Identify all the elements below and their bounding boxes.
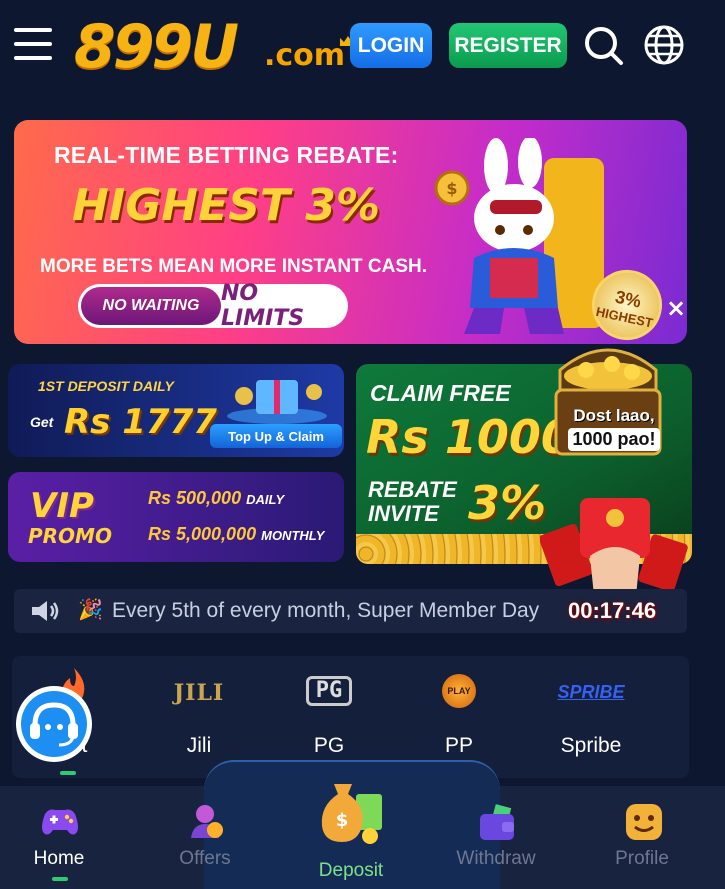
provider-label: Jili [186,734,212,757]
nav-profile-label: Profile [615,848,669,869]
vip-promo-tile[interactable]: VIP PROMO Rs 500,000 DAILY Rs 5,000,000 … [8,472,344,562]
claim-rebate: REBATE [368,477,457,502]
referral-line1: Dost laao, [573,406,655,425]
nav-withdraw-label: Withdraw [456,848,536,869]
referral-line2: 1000 pao! [568,428,660,451]
vip-monthly-label: MONTHLY [261,528,325,543]
claim-percent: 3% [468,476,547,530]
home-active-indicator [52,877,68,881]
nav-home[interactable]: Home [4,800,114,880]
vip-monthly-amount: Rs 5,000,000 [148,524,257,544]
nav-home-label: Home [33,848,85,869]
pill-no-limits: NO LIMITS [221,281,305,331]
close-icon[interactable]: × [664,296,688,321]
pg-logo: PG [306,676,352,706]
first-deposit-heading: 1ST DEPOSIT DAILY [38,378,174,394]
claim-rebate-invite: REBATE INVITE [368,478,457,526]
banner-highlight: HIGHEST 3% [72,180,380,231]
first-deposit-tile[interactable]: 1ST DEPOSIT DAILY Get Rs 1777 Top Up & C… [8,364,344,457]
provider-label: PG [313,734,345,757]
profile-face-icon [626,804,662,840]
nav-profile[interactable]: Profile [587,800,697,880]
pp-logo: PLAY [442,674,476,708]
countdown-timer: 00:17:46 [568,598,657,623]
provider-active-indicator [60,771,76,775]
speaker-icon [32,601,59,621]
money-bag-icon: $ [321,784,382,844]
offers-user-icon [191,805,223,838]
register-button[interactable]: REGISTER [449,23,567,68]
wallet-icon [480,804,514,840]
jili-logo: JILI [173,680,225,706]
vip-monthly-row: Rs 5,000,000 MONTHLY [148,524,324,545]
nav-deposit-label: Deposit [318,860,384,881]
vip-daily-row: Rs 500,000 DAILY [148,488,284,509]
svg-text:$: $ [336,810,349,831]
banner-pill: NO WAITING NO LIMITS [78,281,348,331]
customer-support-button[interactable] [16,686,92,762]
gift-box-icon [227,380,327,424]
nav-withdraw[interactable]: Withdraw [441,800,551,880]
claim-amount: Rs 1000 [366,410,573,464]
nav-offers[interactable]: Offers [150,800,260,880]
referral-popup-text[interactable]: Dost laao, 1000 pao! [556,406,672,456]
globe-language-icon[interactable] [643,24,685,66]
claim-heading: CLAIM FREE [370,380,511,406]
pill-no-waiting: NO WAITING [81,287,221,325]
search-icon[interactable] [582,24,624,66]
nav-offers-label: Offers [179,848,231,869]
login-button[interactable]: LOGIN [350,23,432,68]
hamburger-menu-icon[interactable] [14,28,52,62]
provider-label: Spribe [560,734,622,757]
header: 899U .com LOGIN REGISTER [0,0,725,92]
logo-suffix: .com [264,38,346,73]
vip-daily-amount: Rs 500,000 [148,488,242,508]
nav-deposit[interactable]: $ Deposit [296,770,406,881]
claim-invite: INVITE [368,501,439,526]
provider-spribe[interactable]: SPRIBE Spribe [536,656,646,778]
party-popper-icon: 🎉 [78,599,103,621]
banner-subtext: MORE BETS MEAN MORE INSTANT CASH. [40,256,428,277]
app-screen: 899U .com LOGIN REGISTER REAL-TIME BETTI… [0,0,725,889]
spribe-logo: SPRIBE [557,682,625,702]
top-up-claim-button[interactable]: Top Up & Claim [210,424,342,448]
site-logo[interactable]: 899U .com [74,10,356,82]
vip-subtitle: PROMO [28,524,112,548]
provider-label: PP [444,734,473,757]
rebate-banner[interactable]: REAL-TIME BETTING REBATE: HIGHEST 3% MOR… [14,120,687,344]
first-deposit-amount: Rs 1777 [64,402,217,442]
vip-title: VIP [30,486,94,526]
first-deposit-get: Get [30,414,54,430]
gamepad-icon [42,809,78,835]
headset-icon [21,691,87,757]
vip-daily-label: DAILY [246,492,285,507]
svg-text:$: $ [446,179,457,198]
banner-headline: REAL-TIME BETTING REBATE: [54,142,399,168]
rabbit-mascot-icon: $ [434,138,604,334]
logo-text: 899U [74,12,239,82]
announcement-text: Every 5th of every month, Super Member D… [112,599,540,622]
